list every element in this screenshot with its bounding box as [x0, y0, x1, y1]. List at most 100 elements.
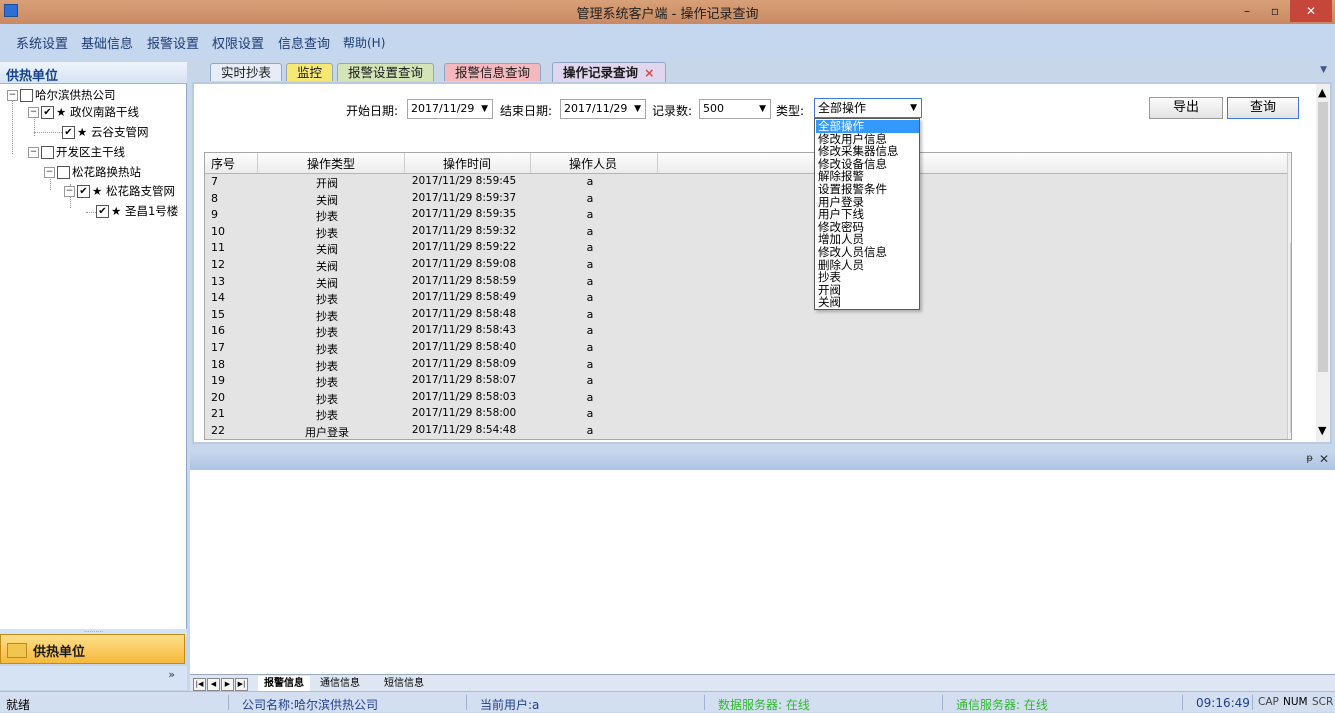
- tree-node[interactable]: − 哈尔滨供热公司: [7, 87, 116, 103]
- cell-no: 10: [211, 224, 225, 238]
- menu-info-query[interactable]: 信息查询: [278, 33, 330, 52]
- collapse-icon[interactable]: −: [28, 147, 39, 158]
- table-row[interactable]: 15 抄表 2017/11/29 8:58:48 a: [205, 306, 1285, 323]
- table-scrollbar[interactable]: ▲: [1287, 153, 1292, 439]
- record-count-select[interactable]: 500 ▼: [699, 99, 771, 119]
- pin-icon[interactable]: ᵽ: [1306, 453, 1313, 464]
- column-header-time[interactable]: 操作时间: [404, 155, 530, 172]
- export-button[interactable]: 导出: [1149, 97, 1223, 119]
- table-row[interactable]: 12 关阀 2017/11/29 8:59:08 a: [205, 256, 1285, 273]
- table-row[interactable]: 18 抄表 2017/11/29 8:58:09 a: [205, 356, 1285, 373]
- cell-no: 11: [211, 241, 225, 255]
- collapse-icon[interactable]: −: [64, 186, 75, 197]
- menu-help[interactable]: 帮助(H): [343, 34, 385, 51]
- collapse-icon[interactable]: −: [7, 90, 18, 101]
- type-select[interactable]: 全部操作 ▼: [814, 98, 922, 118]
- table-row[interactable]: 16 抄表 2017/11/29 8:58:43 a: [205, 322, 1285, 339]
- scrollbar-thumb[interactable]: [1318, 102, 1328, 372]
- collapse-icon[interactable]: −: [28, 107, 39, 118]
- nav-next-icon[interactable]: ▶: [221, 678, 234, 691]
- table-row[interactable]: 17 抄表 2017/11/29 8:58:40 a: [205, 339, 1285, 356]
- menu-system-settings[interactable]: 系统设置: [16, 33, 68, 52]
- cell-no: 20: [211, 390, 225, 404]
- tab-realtime-reading[interactable]: 实时抄表: [210, 63, 283, 81]
- maximize-button[interactable]: ▫: [1262, 0, 1288, 22]
- menu-permission-settings[interactable]: 权限设置: [212, 33, 264, 52]
- cell-no: 16: [211, 324, 225, 338]
- dropdown-option[interactable]: 关阀: [816, 296, 919, 309]
- star-icon: ★: [111, 204, 125, 218]
- unit-panel-button[interactable]: 供热单位: [0, 634, 185, 664]
- nav-prev-icon[interactable]: ◀: [207, 678, 220, 691]
- scroll-down-icon[interactable]: ▼: [1318, 424, 1326, 437]
- cell-type: 抄表: [316, 210, 338, 224]
- minimize-button[interactable]: –: [1234, 0, 1260, 22]
- table-row[interactable]: 11 关阀 2017/11/29 8:59:22 a: [205, 239, 1285, 256]
- table-row[interactable]: 8 关阀 2017/11/29 8:59:37 a: [205, 190, 1285, 207]
- tree-node[interactable]: − ✔ ★ 松花路支管网: [64, 183, 175, 199]
- table-row[interactable]: 19 抄表 2017/11/29 8:58:07 a: [205, 372, 1285, 389]
- cell-time: 2017/11/29 8:59:35: [411, 208, 517, 221]
- checkbox[interactable]: [41, 146, 54, 159]
- column-header-operator[interactable]: 操作人员: [530, 155, 656, 172]
- dropdown-option[interactable]: 抄表: [816, 271, 919, 284]
- status-data-server: 数据服务器: 在线: [718, 698, 810, 712]
- checkbox[interactable]: [20, 89, 33, 102]
- tab-operation-log-query[interactable]: 操作记录查询 ×: [552, 62, 666, 82]
- checkbox[interactable]: ✔: [96, 205, 109, 218]
- tab-comm-info[interactable]: 通信信息: [314, 676, 366, 691]
- table-row[interactable]: 20 抄表 2017/11/29 8:58:03 a: [205, 389, 1285, 406]
- cell-no: 8: [211, 191, 218, 205]
- chevron-right-icon[interactable]: »: [168, 668, 175, 681]
- start-date-picker[interactable]: 2017/11/29 ▼: [407, 99, 493, 119]
- tab-close-icon[interactable]: ×: [644, 65, 654, 80]
- tree-node-label: 政仪南路干线: [69, 105, 139, 119]
- column-header-no[interactable]: 序号: [211, 155, 235, 172]
- scroll-up-icon[interactable]: ▲: [1318, 86, 1326, 99]
- nav-first-icon[interactable]: |◀: [193, 678, 206, 691]
- table-row[interactable]: 13 关阀 2017/11/29 8:58:59 a: [205, 273, 1285, 290]
- close-icon[interactable]: ✕: [1319, 452, 1329, 466]
- table-row[interactable]: 7 开阀 2017/11/29 8:59:45 a: [205, 173, 1285, 190]
- column-header-type[interactable]: 操作类型: [257, 155, 405, 172]
- tree-node[interactable]: − 松花路换热站: [44, 164, 141, 180]
- checkbox[interactable]: ✔: [77, 185, 90, 198]
- panel-scrollbar[interactable]: ▲ ▼: [1316, 84, 1330, 442]
- query-button[interactable]: 查询: [1227, 97, 1299, 119]
- table-row[interactable]: 10 抄表 2017/11/29 8:59:32 a: [205, 223, 1285, 240]
- tab-sms-info[interactable]: 短信信息: [378, 676, 430, 691]
- table-row[interactable]: 14 抄表 2017/11/29 8:58:49 a: [205, 289, 1285, 306]
- scrollbar-thumb[interactable]: [1290, 243, 1291, 433]
- checkbox[interactable]: [57, 166, 70, 179]
- menu-alarm-settings[interactable]: 报警设置: [147, 33, 199, 52]
- table-row[interactable]: 9 抄表 2017/11/29 8:59:35 a: [205, 206, 1285, 223]
- tree-node[interactable]: ✔ ★ 圣昌1号楼: [96, 203, 178, 219]
- nav-last-icon[interactable]: ▶|: [235, 678, 248, 691]
- tab-list-dropdown-icon[interactable]: ▼: [1320, 65, 1327, 75]
- table-row[interactable]: 22 用户登录 2017/11/29 8:54:48 a: [205, 422, 1285, 439]
- menu-basic-info[interactable]: 基础信息: [81, 33, 133, 52]
- scroll-up-icon[interactable]: ▲: [1291, 155, 1292, 168]
- tab-monitor[interactable]: 监控: [286, 63, 334, 81]
- dropdown-option[interactable]: 修改采集器信息: [816, 145, 919, 158]
- status-num: NUM: [1283, 696, 1308, 708]
- cell-operator: a: [586, 258, 594, 271]
- collapse-icon[interactable]: −: [44, 167, 55, 178]
- tab-alarm-info-query[interactable]: 报警信息查询: [444, 63, 542, 81]
- dropdown-option[interactable]: 设置报警条件: [816, 183, 919, 196]
- dropdown-option[interactable]: 全部操作: [816, 120, 919, 133]
- tab-alarm-info[interactable]: 报警信息: [258, 676, 310, 691]
- checkbox[interactable]: ✔: [41, 106, 54, 119]
- dropdown-option[interactable]: 修改人员信息: [816, 246, 919, 259]
- close-button[interactable]: ✕: [1290, 0, 1332, 22]
- table-row[interactable]: 21 抄表 2017/11/29 8:58:00 a: [205, 405, 1285, 422]
- checkbox[interactable]: ✔: [62, 126, 75, 139]
- cell-operator: a: [586, 424, 594, 437]
- end-date-picker[interactable]: 2017/11/29 ▼: [560, 99, 646, 119]
- tree-node[interactable]: − ✔ ★ 政仪南路干线: [28, 104, 139, 120]
- tree-node[interactable]: ✔ ★ 云谷支管网: [62, 124, 148, 140]
- tree-node[interactable]: − 开发区主干线: [28, 144, 125, 160]
- dropdown-option[interactable]: 用户下线: [816, 208, 919, 221]
- status-ready: 就绪: [6, 698, 31, 712]
- tab-alarm-settings-query[interactable]: 报警设置查询: [337, 63, 435, 81]
